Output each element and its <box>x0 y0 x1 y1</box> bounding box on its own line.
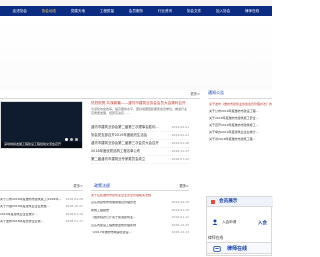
news-row-date: 2018-07-22 <box>171 156 189 161</box>
news-row[interactable]: 协会党支部召开2019年度组织生活会 2019-02-21 <box>91 132 189 140</box>
policy-row-date: 2018-12-25 <box>171 222 189 227</box>
policy-row-title: 《2017年潍坊市城镇化建设… <box>91 231 132 235</box>
featured-summary: 为深化协会改革，提高服务水平，更好地团结和服务会员单位，推进行业高质量发展，经研… <box>91 107 188 115</box>
user-icon <box>212 219 218 225</box>
nav-item[interactable]: 加入协会 <box>214 9 232 13</box>
policy-row[interactable]: 《国务院办公厅关于促进建筑业… 2019-01-12 <box>91 215 189 223</box>
featured-caption: 深圳地铁发展工程建设工程经验交流会召开 <box>1 142 82 148</box>
lawyer-online-label: 律师在线 <box>227 245 248 252</box>
policy-header: 政策法规 更多> <box>91 182 189 191</box>
news-row[interactable]: 潍坊市建筑业协会第二届第三次会员大会召开 2019-01-26 <box>91 140 189 148</box>
policy-row-date: 2019-02-15 <box>171 200 189 205</box>
credit-row-date: 2018-01-19 <box>65 211 83 216</box>
news-row-date: 2019-01-26 <box>171 140 189 145</box>
policy-row-title: 关于征集潍坊市建筑业企业安全管理相关法规 <box>91 193 152 197</box>
notice-item[interactable]: 关于公布2019年度潍坊市建设工程… <box>209 108 272 115</box>
credit-row[interactable]: 2019年度建筑业企业统计… 2018-01-19 <box>0 211 83 219</box>
hero-banner <box>0 17 272 91</box>
nav-item[interactable]: 党建天地 <box>69 9 87 13</box>
notice-title: 通知公告 <box>208 90 224 95</box>
carousel-dot-2[interactable] <box>70 138 73 141</box>
notice-item[interactable]: 关于2018年度潍坊市建筑施工安全… <box>209 115 272 122</box>
member-tab-label: 会员展示 <box>219 198 238 204</box>
featured-photo[interactable]: 深圳地铁发展工程建设工程经验交流会召开 <box>0 101 83 149</box>
policy-row-date: 2019-01-12 <box>171 215 189 220</box>
news-row[interactable]: 第二届潍坊市建筑业专家委员会成立 2018-07-22 <box>91 156 189 164</box>
policy-row-title: 山东省建筑市场信用信息管理办法 <box>91 201 137 205</box>
news-row[interactable]: 潍坊市建筑业协会第二届第三次理事会胜利召开 2019-02-21 <box>91 124 189 132</box>
notice-item[interactable]: 关于召开2019年度潍坊市建筑施工… <box>209 122 272 129</box>
credit-row[interactable]: 关于开展2019年度建筑业企业质量… 2018-10-27 <box>0 204 83 212</box>
news-row-title: 潍坊市建筑业协会第二届第三次会员大会召开 <box>91 141 159 146</box>
credit-more-link[interactable]: 更多> <box>73 184 83 188</box>
policy-more-link[interactable]: 更多> <box>179 184 189 188</box>
news-list: 潍坊市建筑业协会第二届第三次理事会胜利召开 2019-02-21 协会党支部召开20… <box>91 124 189 164</box>
lawyer-online-button[interactable]: 律师在线 <box>206 242 272 254</box>
nav-item[interactable]: 行业资讯 <box>156 9 174 13</box>
news-row-title: 协会党支部召开2019年度组织生活会 <box>91 133 148 138</box>
nav-item[interactable]: 工程质量 <box>98 9 116 13</box>
main-navigation: 走进协会 协会动态 党建天地 工程质量 会员服务 行业资讯 协会文件 加入协会 律师在线 <box>0 6 272 16</box>
credit-row-date: 2018-04-28 <box>65 196 83 201</box>
news-row-title: 第二届潍坊市建筑业专家委员会成立 <box>91 157 146 162</box>
carousel-dot-1[interactable] <box>65 138 68 141</box>
notice-list: 关于发布《潍坊市建筑业协会会员管理办法》的通知 关于公布2019年度潍坊市建设工程… <box>209 101 272 143</box>
nav-item[interactable]: 协会文件 <box>185 9 203 13</box>
news-row[interactable]: 2018年度优质结构工程名单公布 2018-11-27 <box>91 148 189 156</box>
nav-items: 走进协会 协会动态 党建天地 工程质量 会员服务 行业资讯 协会文件 加入协会 律师在线 <box>0 6 272 16</box>
credit-service-header: 更多> <box>0 182 83 191</box>
policy-row[interactable]: 山东省建筑市场信用信息管理办法 2019-02-15 <box>91 200 189 208</box>
news-row-title: 2018年度优质结构工程名单公布 <box>91 149 141 154</box>
credit-row-date: 2018-01-17 <box>65 219 83 224</box>
notice-header: 通知公告 <box>208 90 272 99</box>
credit-list: 关于公布2019年度潍坊市建筑施工(2018年度)工程 2018-04-28 关于开… <box>0 196 83 226</box>
nav-item[interactable]: 协会动态 <box>40 9 58 13</box>
member-flag-icon <box>211 199 215 204</box>
credit-row-title: 关于发布2018年度优秀企业信… <box>0 220 44 224</box>
nav-item[interactable]: 会员服务 <box>127 9 145 13</box>
lawyer-section-title: 律师在线 <box>208 235 224 240</box>
carousel-dots[interactable] <box>65 138 78 141</box>
policy-row-title: 山东省建设工程质量监督管理条例 <box>91 223 137 227</box>
policy-row-date: 2018-12-13 <box>171 230 189 235</box>
news-row-date: 2018-11-27 <box>171 148 189 153</box>
policy-row[interactable]: 山东省建设工程质量监督管理条例 2018-12-25 <box>91 222 189 230</box>
news-section-header: 更多> <box>0 90 200 99</box>
policy-row[interactable]: 新规工程报告 2019-01-15 <box>91 207 189 215</box>
policy-tab[interactable]: 政策法规 <box>91 182 113 190</box>
policy-list: 关于征集潍坊市建筑业企业安全管理相关法规 山东省建筑市场信用信息管理办法 2019-… <box>91 192 189 237</box>
join-link[interactable]: 入会 <box>258 221 267 226</box>
policy-row-title: 新规工程报告 <box>91 208 110 212</box>
carousel-dot-3[interactable] <box>75 138 78 141</box>
policy-row[interactable]: 关于征集潍坊市建筑业企业安全管理相关法规 <box>91 192 189 200</box>
member-apply-link[interactable]: 入会申请 <box>222 220 236 224</box>
featured-headline[interactable]: 热烈祝贺 共谋新篇——潍坊市建筑业协会会员大会顺利召开 <box>91 101 188 105</box>
news-row-date: 2019-02-21 <box>171 124 189 129</box>
notice-item[interactable]: 关于对2018年度潍坊市建筑工程… <box>209 136 272 143</box>
notice-item[interactable]: 关于发布《潍坊市建筑业协会会员管理办法》的通知 <box>209 101 272 108</box>
policy-row[interactable]: 《2017年潍坊市城镇化建设… 2018-12-13 <box>91 230 189 238</box>
news-row-date: 2019-02-21 <box>171 132 189 137</box>
news-row-title: 潍坊市建筑业协会第二届第三次理事会胜利召开 <box>91 125 159 130</box>
lawyer-icon <box>213 246 221 252</box>
news-more-link[interactable]: 更多> <box>190 92 200 96</box>
credit-row[interactable]: 关于公布2019年度潍坊市建筑施工(2018年度)工程 2018-04-28 <box>0 196 83 204</box>
credit-row-title: 关于开展2019年度建筑业企业质量… <box>0 205 50 209</box>
policy-row-title: 《国务院办公厅关于促进建筑业… <box>91 216 137 220</box>
policy-row-date: 2019-01-15 <box>171 207 189 212</box>
nav-item[interactable]: 走进协会 <box>11 9 29 13</box>
credit-row-title: 2019年度建筑业企业统计… <box>0 212 38 216</box>
credit-row-title: 关于公布2019年度潍坊市建筑施工(2018年度)工程 <box>0 197 64 201</box>
credit-row[interactable]: 关于发布2018年度优秀企业信… 2018-01-17 <box>0 219 83 227</box>
member-tab[interactable]: 会员展示 <box>207 197 273 207</box>
credit-row-date: 2018-10-27 <box>65 204 83 209</box>
notice-item[interactable]: 关于举办2019年度建筑业企业统计… <box>209 129 272 136</box>
nav-item[interactable]: 律师在线 <box>243 9 261 13</box>
